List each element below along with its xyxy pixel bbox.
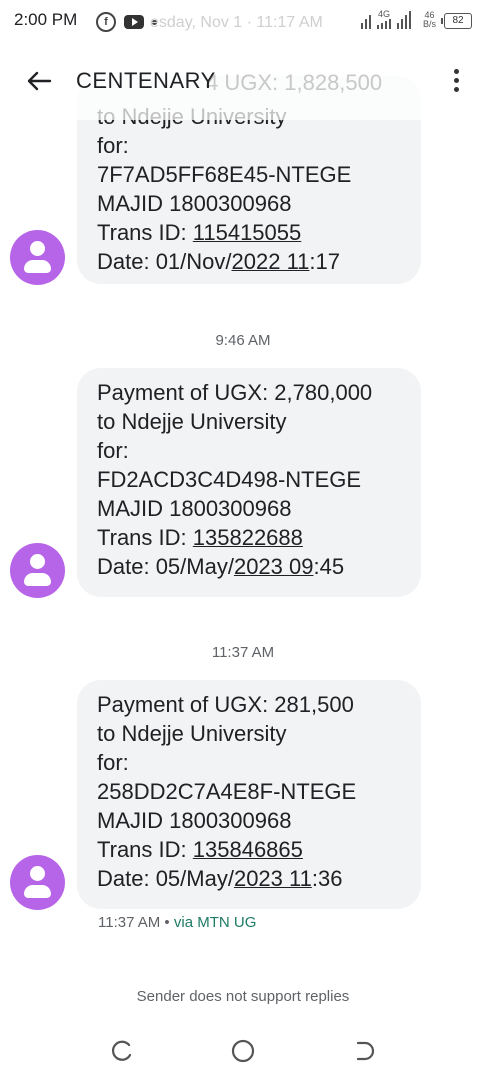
network-speed: 46 B/s bbox=[422, 10, 436, 29]
back-nav-icon[interactable] bbox=[352, 1038, 378, 1064]
message-timestamp: 11:37 AM bbox=[211, 644, 275, 661]
message-line: MAJID 1800300968 bbox=[97, 191, 292, 216]
message-line: to Ndejje University bbox=[97, 409, 287, 434]
date-line: Date: 05/May/2023 09:45 bbox=[97, 554, 345, 579]
app-bar-ghost-text: 4 UGX: 1,828,500 bbox=[206, 70, 383, 95]
message-line: Payment of UGX: 2,780,000 bbox=[97, 380, 373, 405]
system-icons: 4G 46 B/s 82 bbox=[360, 10, 472, 29]
trans-id-link[interactable]: 115415055 bbox=[193, 220, 302, 245]
message-bubble[interactable]: Payment of UGX: 2,780,000 to Ndejje Univ… bbox=[77, 368, 421, 597]
home-icon[interactable] bbox=[230, 1038, 256, 1064]
message-line: 258DD2C7A4E8F-NTEGE bbox=[97, 779, 357, 804]
status-ghost-text: esday, Nov 1 · 11:17 AM bbox=[150, 14, 323, 31]
no-reply-notice: Sender does not support replies bbox=[136, 988, 350, 1005]
signal-icon bbox=[360, 11, 371, 29]
date-line: Date: 05/May/2023 11:36 bbox=[97, 866, 343, 891]
app-bar: 4 UGX: 1,828,500 CENTENARY bbox=[0, 44, 486, 120]
message-line: for: bbox=[97, 750, 129, 775]
battery-icon: 82 bbox=[441, 13, 472, 29]
sender-avatar[interactable] bbox=[10, 543, 65, 598]
conversation-title: CENTENARY bbox=[76, 68, 216, 93]
date-link[interactable]: 2022 11 bbox=[232, 249, 310, 274]
message-line: to Ndejje University bbox=[97, 721, 287, 746]
signal-icon-2 bbox=[396, 11, 411, 29]
message-line: for: bbox=[97, 438, 129, 463]
back-arrow-icon[interactable] bbox=[24, 66, 54, 96]
meta-time: 11:37 AM bbox=[98, 914, 161, 931]
date-line: Date: 01/Nov/2022 11:17 bbox=[97, 249, 341, 274]
recents-icon[interactable] bbox=[109, 1038, 135, 1064]
trans-id-line: Trans ID: 135822688 bbox=[97, 525, 303, 550]
person-icon bbox=[30, 866, 45, 881]
message-timestamp: 9:46 AM bbox=[215, 332, 271, 349]
meta-separator: • bbox=[160, 914, 174, 931]
trans-id-line: Trans ID: 135846865 bbox=[97, 837, 303, 862]
date-link[interactable]: 2023 09 bbox=[234, 554, 314, 579]
date-link[interactable]: 2023 11 bbox=[234, 866, 312, 891]
message-bubble[interactable]: Payment of UGX: 281,500 to Ndejje Univer… bbox=[77, 680, 421, 909]
person-icon bbox=[30, 241, 45, 256]
network-type: 4G bbox=[376, 10, 391, 29]
trans-id-link[interactable]: 135822688 bbox=[193, 525, 303, 550]
status-time: 2:00 PM bbox=[14, 10, 78, 29]
message-line: MAJID 1800300968 bbox=[97, 496, 292, 521]
person-icon bbox=[30, 554, 45, 569]
message-line: 7F7AD5FF68E45-NTEGE bbox=[97, 162, 352, 187]
youtube-icon bbox=[124, 15, 144, 29]
sender-avatar[interactable] bbox=[10, 230, 65, 285]
message-meta: 11:37 AM • via MTN UG bbox=[98, 914, 256, 931]
message-line: Payment of UGX: 281,500 bbox=[97, 692, 354, 717]
trans-id-link[interactable]: 135846865 bbox=[193, 837, 303, 862]
notification-icons: f bbox=[96, 12, 157, 32]
status-bar: 2:00 PM f esday, Nov 1 · 11:17 AM 4G 46 … bbox=[0, 0, 486, 44]
facebook-icon: f bbox=[96, 12, 116, 32]
meta-via: via MTN UG bbox=[173, 914, 257, 931]
system-nav-bar bbox=[0, 1030, 486, 1080]
message-line: MAJID 1800300968 bbox=[97, 808, 292, 833]
trans-id-line: Trans ID: 115415055 bbox=[97, 220, 302, 245]
sender-avatar[interactable] bbox=[10, 855, 65, 910]
message-line: for: bbox=[97, 133, 129, 158]
message-line: FD2ACD3C4D498-NTEGE bbox=[97, 467, 362, 492]
more-vert-icon[interactable] bbox=[446, 66, 466, 100]
